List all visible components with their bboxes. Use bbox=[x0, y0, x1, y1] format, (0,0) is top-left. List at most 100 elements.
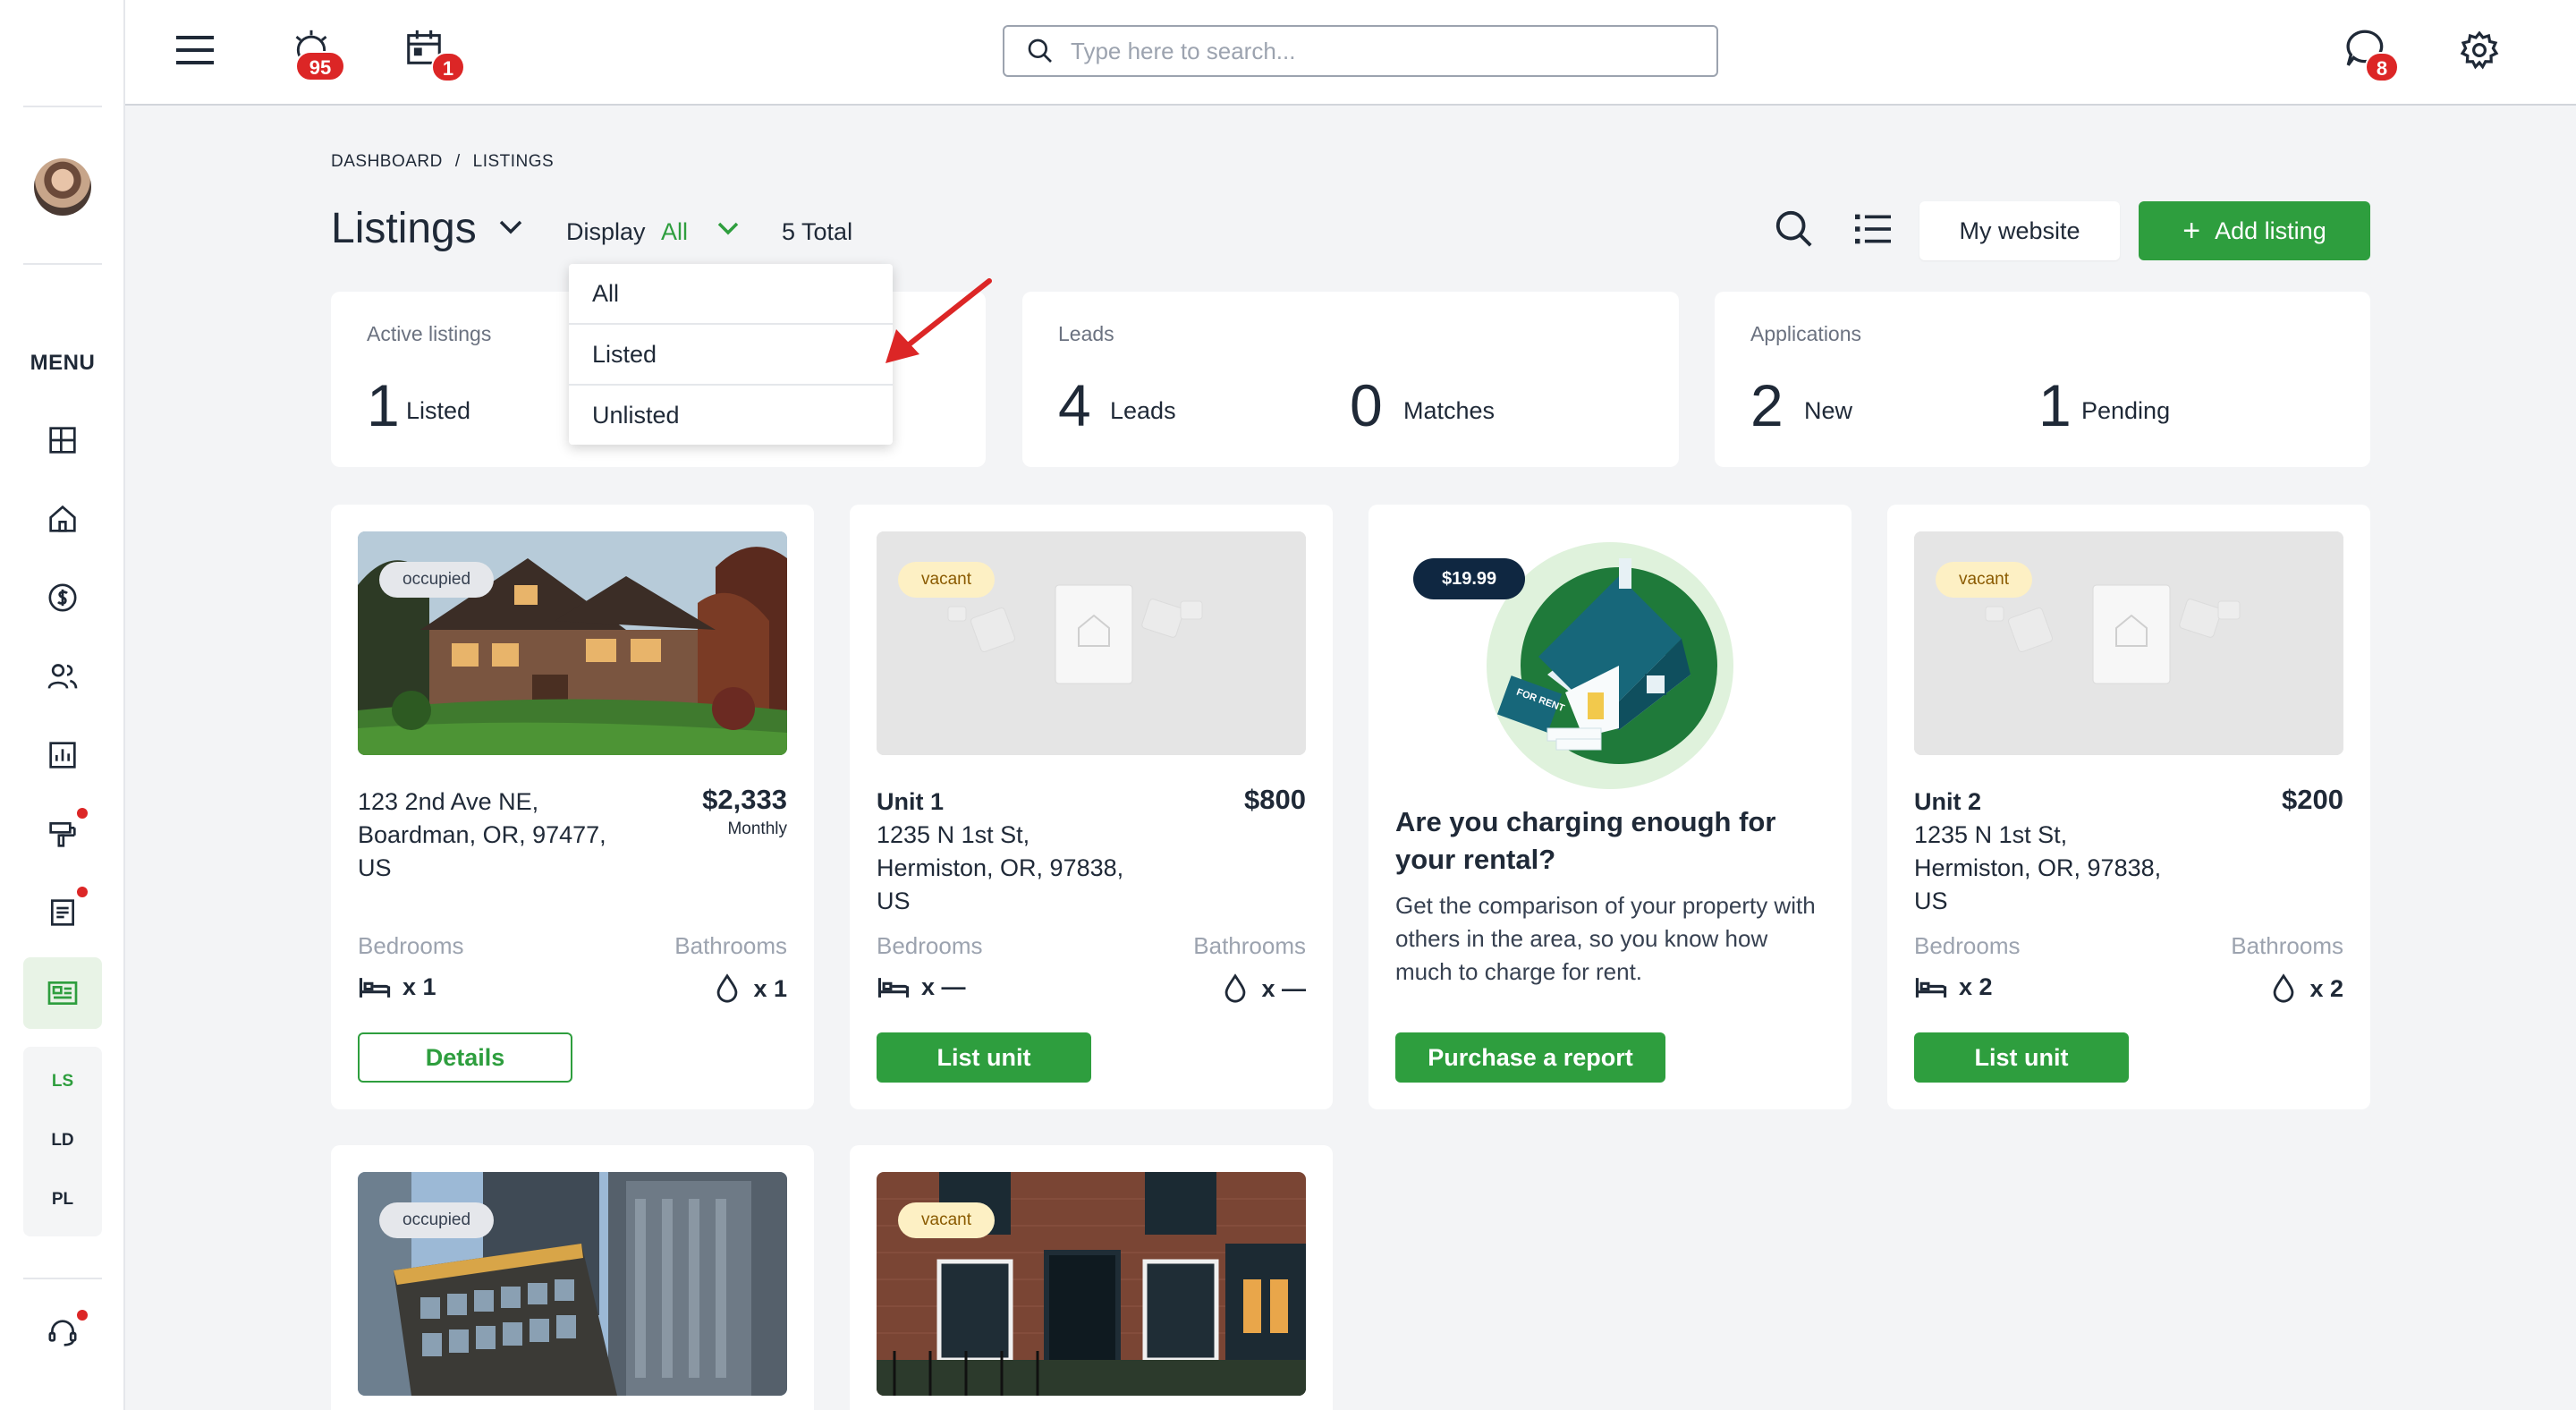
hamburger-menu-icon[interactable] bbox=[174, 29, 216, 72]
listing-price: $200 bbox=[2282, 784, 2343, 815]
bedrooms-count: x — bbox=[921, 973, 966, 1000]
sidebar-divider bbox=[23, 106, 102, 107]
listing-card: vacant Unit 1 1235 N 1st St, Hermiston, … bbox=[850, 505, 1333, 1109]
stat-card-leads: Leads 4 Leads 0 Matches bbox=[1022, 292, 1679, 467]
bathrooms-count: x 2 bbox=[2309, 974, 2343, 1002]
purchase-report-button[interactable]: Purchase a report bbox=[1395, 1032, 1665, 1083]
stat-label: Leads bbox=[1110, 397, 1176, 424]
bed-icon bbox=[1915, 977, 1947, 998]
stat-label: Listed bbox=[406, 397, 471, 424]
bathrooms-value: x 2 bbox=[2270, 973, 2343, 1004]
property-photo[interactable]: vacant bbox=[877, 1172, 1306, 1396]
water-drop-icon bbox=[717, 973, 738, 1003]
payments-icon[interactable] bbox=[41, 576, 84, 619]
report-price-badge: $19.99 bbox=[1413, 558, 1526, 599]
placeholder-photo[interactable]: vacant bbox=[1914, 531, 2343, 755]
stat-number: 1 bbox=[2038, 372, 2072, 438]
page-title[interactable]: Listings bbox=[331, 204, 477, 253]
dropdown-option-listed[interactable]: Listed bbox=[569, 325, 893, 384]
list-view-icon[interactable] bbox=[1852, 208, 1894, 251]
stat-label: Matches bbox=[1403, 397, 1496, 424]
maintenance-icon[interactable] bbox=[41, 812, 84, 855]
property-photo[interactable]: occupied bbox=[358, 1172, 787, 1396]
submenu-item-ld[interactable]: LD bbox=[23, 1131, 102, 1151]
bathrooms-value: x 1 bbox=[714, 973, 787, 1004]
calendar-badge: 1 bbox=[431, 52, 465, 82]
submenu-item-ls[interactable]: LS bbox=[23, 1072, 102, 1091]
plus-icon: + bbox=[2182, 214, 2201, 248]
alerts-badge: 95 bbox=[295, 51, 345, 81]
list-unit-button[interactable]: List unit bbox=[1914, 1032, 2129, 1083]
topbar: 95 1 8 bbox=[125, 0, 2576, 106]
dropdown-option-unlisted[interactable]: Unlisted bbox=[569, 386, 893, 445]
sidebar: MENU LS LD PL bbox=[0, 0, 125, 1410]
bathrooms-count: x 1 bbox=[753, 974, 787, 1002]
listing-address: Unit 2 1235 N 1st St, Hermiston, OR, 978… bbox=[1914, 786, 2161, 918]
dashboard-icon[interactable] bbox=[41, 419, 84, 462]
bedrooms-count: x 2 bbox=[1959, 973, 1993, 1000]
breadcrumb: DASHBOARD / LISTINGS bbox=[331, 152, 566, 172]
bedrooms-label: Bedrooms bbox=[1914, 932, 2021, 959]
bedrooms-value: x 2 bbox=[1914, 973, 1993, 1001]
price-period: Monthly bbox=[727, 820, 787, 838]
dropdown-option-all[interactable]: All bbox=[569, 264, 893, 323]
notification-dot bbox=[77, 808, 88, 819]
stat-number: 2 bbox=[1750, 372, 1784, 438]
chevron-down-icon[interactable] bbox=[716, 220, 741, 241]
bedrooms-label: Bedrooms bbox=[877, 932, 983, 959]
display-dropdown-menu: All Listed Unlisted bbox=[569, 264, 893, 445]
listing-price: $800 bbox=[1244, 784, 1306, 815]
address-line: Hermiston, OR, 97838, bbox=[1914, 854, 2162, 881]
address-line: Boardman, OR, 97477, bbox=[358, 821, 606, 848]
stat-number: 4 bbox=[1058, 372, 1091, 438]
submenu-item-pl[interactable]: PL bbox=[23, 1190, 102, 1210]
notification-dot bbox=[77, 1310, 88, 1321]
promo-description: Get the comparison of your property with… bbox=[1395, 892, 1816, 985]
listing-card: occupied bbox=[331, 1145, 814, 1410]
search-icon[interactable] bbox=[1773, 208, 1816, 251]
breadcrumb-separator: / bbox=[454, 152, 461, 171]
people-icon[interactable] bbox=[41, 655, 84, 698]
display-label: Display bbox=[566, 218, 646, 245]
bedrooms-label: Bedrooms bbox=[358, 932, 464, 959]
stat-title: Applications bbox=[1750, 322, 1862, 345]
add-listing-button[interactable]: + Add listing bbox=[2139, 201, 2370, 260]
home-icon[interactable] bbox=[41, 497, 84, 540]
sidebar-divider bbox=[23, 263, 102, 265]
listing-card: vacant Unit 2 1235 N 1st St, Hermiston, … bbox=[1887, 505, 2370, 1109]
total-count: 5 Total bbox=[782, 218, 853, 245]
search-bar[interactable] bbox=[1003, 25, 1718, 77]
bathrooms-value: x — bbox=[1222, 973, 1306, 1004]
placeholder-photo[interactable]: vacant bbox=[877, 531, 1306, 755]
property-photo[interactable]: occupied bbox=[358, 531, 787, 755]
avatar[interactable] bbox=[34, 158, 91, 216]
stat-card-applications: Applications 2 New 1 Pending bbox=[1715, 292, 2370, 467]
status-badge: vacant bbox=[898, 1202, 995, 1238]
list-unit-button[interactable]: List unit bbox=[877, 1032, 1091, 1083]
bathrooms-label: Bathrooms bbox=[2231, 932, 2343, 959]
documents-icon[interactable] bbox=[41, 891, 84, 934]
details-button[interactable]: Details bbox=[358, 1032, 572, 1083]
menu-label: MENU bbox=[30, 351, 96, 375]
water-drop-icon bbox=[1225, 973, 1246, 1003]
my-website-button[interactable]: My website bbox=[1919, 201, 2120, 260]
unit-name: Unit 2 bbox=[1914, 788, 1982, 815]
listings-submenu: LS LD PL bbox=[23, 1047, 102, 1236]
address-line: 123 2nd Ave NE, bbox=[358, 788, 539, 815]
chevron-down-icon[interactable] bbox=[497, 218, 524, 241]
stat-title: Active listings bbox=[367, 322, 492, 345]
search-input[interactable] bbox=[1071, 37, 1697, 65]
bed-icon bbox=[877, 977, 910, 998]
settings-gear-icon[interactable] bbox=[2456, 27, 2503, 73]
messages-badge: 8 bbox=[2365, 52, 2399, 82]
display-select-value[interactable]: All bbox=[661, 218, 688, 246]
listings-icon[interactable] bbox=[41, 972, 84, 1015]
address-line: 1235 N 1st St, bbox=[877, 821, 1030, 848]
unit-name: Unit 1 bbox=[877, 788, 945, 815]
notification-dot bbox=[77, 887, 88, 897]
address-line: 1235 N 1st St, bbox=[1914, 821, 2068, 848]
stat-number: 1 bbox=[367, 372, 400, 438]
status-badge: vacant bbox=[898, 562, 995, 598]
reports-icon[interactable] bbox=[41, 734, 84, 777]
breadcrumb-dashboard[interactable]: DASHBOARD bbox=[331, 152, 443, 171]
